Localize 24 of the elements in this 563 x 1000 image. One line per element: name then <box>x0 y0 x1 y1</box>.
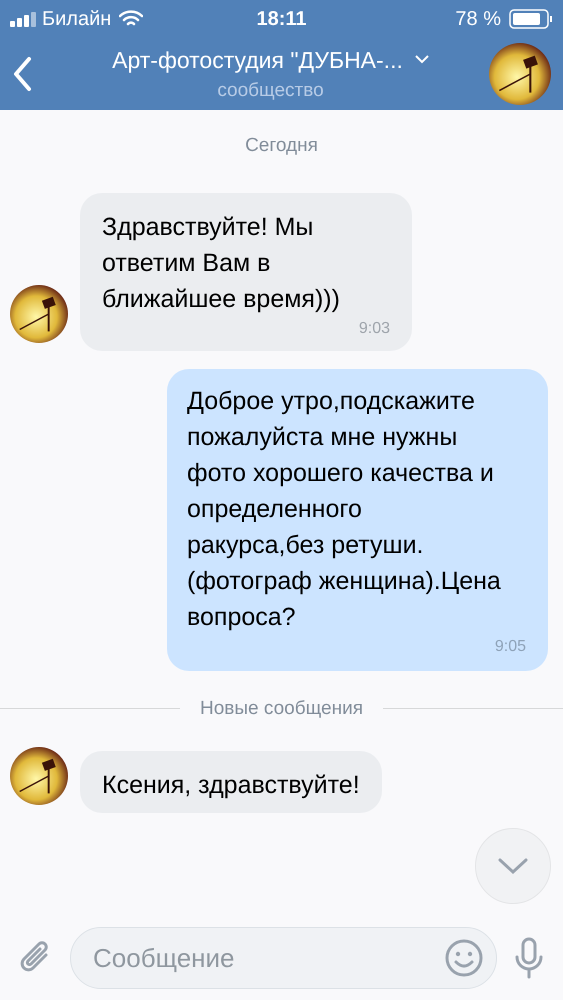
avatar <box>489 43 551 105</box>
chat-title[interactable]: Арт-фотостудия "ДУБНА-... <box>112 42 403 77</box>
battery-icon <box>509 9 553 29</box>
chevron-down-icon[interactable] <box>414 55 429 64</box>
back-icon <box>12 56 32 92</box>
message-time: 9:03 <box>358 318 390 338</box>
message-text: Ксения, здравствуйте! <box>102 770 360 801</box>
microphone-icon[interactable] <box>513 937 545 979</box>
chat-subtitle: сообщество <box>217 79 324 103</box>
message-input[interactable]: Сообщение <box>70 927 497 989</box>
chevron-down-icon <box>498 858 528 874</box>
avatar <box>10 747 68 805</box>
clock: 18:11 <box>256 7 307 32</box>
wifi-icon <box>119 10 144 28</box>
new-messages-label: Новые сообщения <box>200 696 363 720</box>
message-text: Здравствуйте! Мы ответим Вам в ближайшее время))) <box>102 212 341 314</box>
message-text: Доброе утро,подскажите пожалуйста мне нужны фото хорошего качества и определенного ракурса,без ретуши.(фотограф женщина).Цена вопроса? <box>187 386 502 632</box>
emoji-icon[interactable] <box>444 938 484 978</box>
signal-icon <box>10 11 38 27</box>
avatar <box>10 284 68 342</box>
carrier-name: Билайн <box>42 7 112 32</box>
message-time: 9:05 <box>494 636 526 656</box>
battery-percent: 78 % <box>455 7 501 32</box>
date-label: Сегодня <box>245 134 318 158</box>
